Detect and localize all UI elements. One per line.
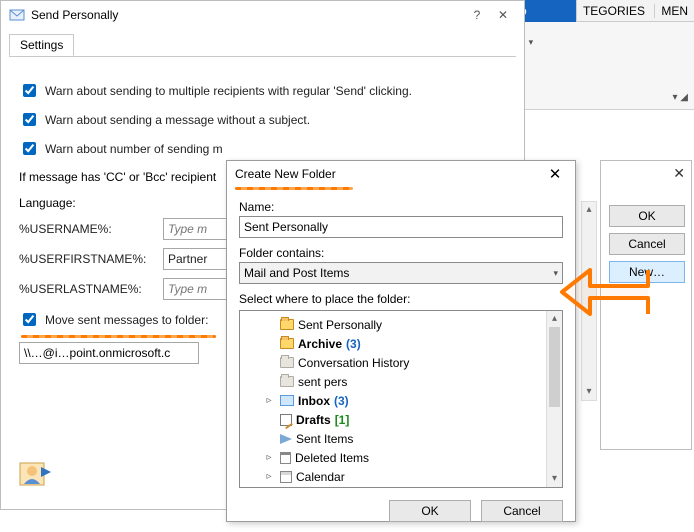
label: Move sent messages to folder: bbox=[45, 313, 208, 327]
close-icon[interactable]: ✕ bbox=[543, 165, 567, 183]
ok-button[interactable]: OK bbox=[389, 500, 471, 522]
folder-icon bbox=[280, 338, 294, 349]
select-folder-dialog-fragment: ✕ ▴ ▾ OK Cancel New… bbox=[600, 160, 692, 450]
tree-item-label: Sent Personally bbox=[298, 318, 382, 332]
ok-button[interactable]: OK bbox=[609, 205, 685, 227]
new-button[interactable]: New… bbox=[609, 261, 685, 283]
tree-item-label: Calendar bbox=[296, 470, 345, 484]
folder-name-input[interactable] bbox=[239, 216, 563, 238]
folder-icon bbox=[280, 414, 292, 426]
expand-icon[interactable]: ▹ bbox=[262, 471, 276, 482]
scroll-down-icon[interactable]: ▾ bbox=[582, 384, 596, 400]
folder-tree[interactable]: Sent Personally Archive (3) Conversation H… bbox=[240, 311, 546, 487]
folder-path-input[interactable] bbox=[19, 342, 199, 364]
tree-item[interactable]: ▹ Deleted Items bbox=[242, 448, 544, 467]
folder-contains-select[interactable]: Mail and Post Items ▾ bbox=[239, 262, 563, 284]
name-label: Name: bbox=[239, 200, 563, 214]
flag-dropdown-icon[interactable]: ▾ bbox=[529, 37, 534, 48]
macro-username-label: %USERNAME%: bbox=[19, 222, 147, 236]
create-new-folder-dialog: Create New Folder ✕ Name: Folder contain… bbox=[226, 160, 576, 522]
where-label: Select where to place the folder: bbox=[239, 292, 563, 306]
tree-item[interactable]: ▹Contacts bbox=[242, 486, 544, 487]
scroll-up-icon[interactable]: ▴ bbox=[547, 311, 562, 327]
label: Warn about sending a message without a s… bbox=[45, 113, 310, 127]
scrollbar[interactable]: ▴ ▾ bbox=[546, 311, 562, 487]
tree-item-label: Archive bbox=[298, 337, 342, 351]
chevron-down-icon: ▾ bbox=[553, 268, 558, 279]
tree-item[interactable]: sent pers bbox=[242, 372, 544, 391]
dialog-title: Send Personally bbox=[31, 8, 464, 22]
tree-item[interactable]: Drafts [1] bbox=[242, 410, 544, 429]
ribbon-expand-icon[interactable]: ▾ ◢ bbox=[673, 92, 689, 103]
ribbon-men: MEN bbox=[654, 4, 688, 18]
warn-multiple-checkbox[interactable]: Warn about sending to multiple recipient… bbox=[19, 81, 506, 100]
titlebar: Create New Folder ✕ bbox=[227, 161, 575, 187]
tree-item[interactable]: Conversation History bbox=[242, 353, 544, 372]
macro-firstname-label: %USERFIRSTNAME%: bbox=[19, 252, 147, 266]
item-count: [1] bbox=[335, 413, 350, 427]
item-count: (3) bbox=[334, 394, 349, 408]
tree-item-label: Drafts bbox=[296, 413, 331, 427]
scroll-thumb[interactable] bbox=[549, 327, 560, 407]
contains-label: Folder contains: bbox=[239, 246, 563, 260]
tree-item-label: Conversation History bbox=[298, 356, 409, 370]
titlebar: Send Personally ? ✕ bbox=[1, 1, 524, 29]
folder-icon bbox=[280, 471, 292, 483]
dialog-title: Create New Folder bbox=[235, 167, 543, 181]
categories-label: TEGORIES bbox=[583, 4, 645, 18]
folder-icon bbox=[280, 376, 294, 387]
label: Warn about number of sending m bbox=[45, 142, 223, 156]
checkbox[interactable] bbox=[23, 84, 36, 97]
cancel-button[interactable]: Cancel bbox=[481, 500, 563, 522]
help-icon[interactable]: ? bbox=[464, 8, 490, 22]
tree-item[interactable]: ▹ Calendar bbox=[242, 467, 544, 486]
warn-nosubject-checkbox[interactable]: Warn about sending a message without a s… bbox=[19, 110, 506, 129]
tree-item[interactable]: Sent Items bbox=[242, 429, 544, 448]
macro-lastname-label: %USERLASTNAME%: bbox=[19, 282, 147, 296]
tab-settings[interactable]: Settings bbox=[9, 34, 74, 56]
folder-icon bbox=[280, 452, 291, 464]
checkbox[interactable] bbox=[23, 313, 36, 326]
folder-icon bbox=[280, 395, 294, 406]
checkbox[interactable] bbox=[23, 113, 36, 126]
highlight-underline bbox=[21, 335, 216, 338]
tree-item-label: Inbox bbox=[298, 394, 330, 408]
folder-icon bbox=[280, 434, 292, 444]
expand-icon[interactable]: ▹ bbox=[262, 452, 276, 463]
label: Warn about sending to multiple recipient… bbox=[45, 84, 412, 98]
scroll-up-icon[interactable]: ▴ bbox=[582, 202, 596, 218]
tree-item-label: Sent Items bbox=[296, 432, 353, 446]
warn-count-checkbox[interactable]: Warn about number of sending m bbox=[19, 139, 506, 158]
select-value: Mail and Post Items bbox=[244, 266, 349, 280]
tree-item[interactable]: Sent Personally bbox=[242, 315, 544, 334]
scrollbar[interactable]: ▴ ▾ bbox=[581, 201, 597, 401]
item-count: (3) bbox=[346, 337, 361, 351]
tree-item[interactable]: Archive (3) bbox=[242, 334, 544, 353]
expand-icon[interactable]: ▹ bbox=[262, 395, 276, 406]
app-icon bbox=[9, 7, 25, 23]
cancel-button[interactable]: Cancel bbox=[609, 233, 685, 255]
checkbox[interactable] bbox=[23, 142, 36, 155]
tabstrip: Settings bbox=[9, 33, 516, 57]
folder-icon bbox=[280, 357, 294, 368]
ribbon-categories[interactable]: TEGORIES MEN bbox=[576, 0, 694, 22]
scroll-down-icon[interactable]: ▾ bbox=[547, 471, 562, 487]
person-icon bbox=[19, 457, 53, 491]
tree-item-label: sent pers bbox=[298, 375, 347, 389]
close-icon[interactable]: ✕ bbox=[673, 165, 685, 182]
folder-icon bbox=[280, 319, 294, 330]
tree-item[interactable]: ▹ Inbox (3) bbox=[242, 391, 544, 410]
close-icon[interactable]: ✕ bbox=[490, 8, 516, 22]
tree-item-label: Deleted Items bbox=[295, 451, 369, 465]
